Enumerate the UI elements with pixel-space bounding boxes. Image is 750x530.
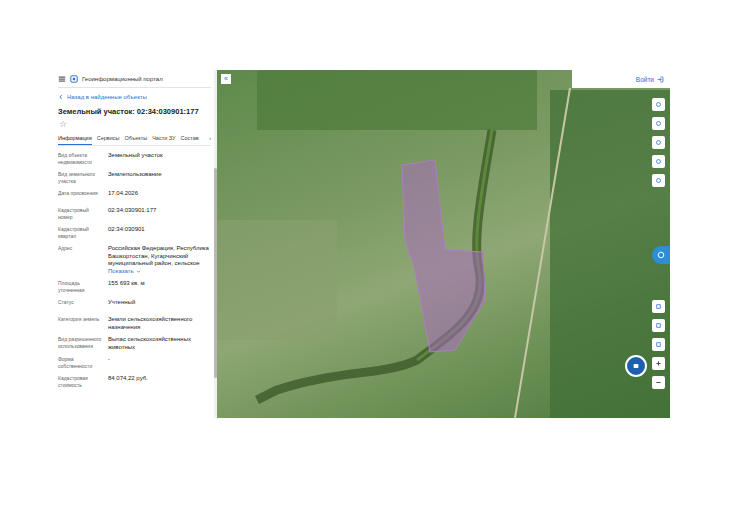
attribute-label: Кадастровый квартал [58, 226, 104, 240]
info-panel: Геоинформационный портал Назад в найденны… [55, 70, 217, 418]
attribute-row: Статус Учтенный [58, 297, 211, 314]
attribute-label: Дата присвоения [58, 190, 104, 202]
share-icon[interactable] [652, 155, 665, 168]
attribute-label: Адрес [58, 245, 104, 275]
attribute-label: Вид земельного участка [58, 171, 104, 185]
pin-icon[interactable] [652, 98, 665, 111]
attribute-label: Категория земель [58, 316, 104, 331]
attribute-label: Площадь уточненная [58, 280, 104, 294]
attribute-value: 02:34:030901 [108, 226, 211, 240]
attribute-value: 84 074,22 руб. [108, 375, 211, 389]
object-title: Земельный участок: 02:34:030901:177 [58, 103, 211, 118]
portal-window: Геоинформационный портал Назад в найденны… [55, 70, 670, 418]
tab[interactable]: Сервисы [97, 132, 120, 145]
header: Геоинформационный портал [58, 70, 211, 88]
attribute-row: Кадастровый квартал 02:34:030901 [58, 224, 211, 243]
map-overlay [217, 70, 668, 418]
doc-icon[interactable] [652, 136, 665, 149]
attribute-value: 17.04.2026 [108, 190, 211, 202]
attribute-row: Площадь уточненная 155 693 кв. м [58, 278, 211, 297]
attribute-value: Российская Федерация, Республика Башкорт… [108, 245, 211, 275]
minus-icon[interactable] [652, 376, 665, 389]
attribute-row: Форма собственности- [58, 354, 211, 373]
frame-icon[interactable] [652, 319, 665, 332]
marker-icon[interactable] [652, 338, 665, 351]
attribute-row: Вид разрешенного использования Выпас сель… [58, 334, 211, 354]
chevron-left-icon [58, 94, 64, 100]
nav-icon[interactable] [652, 300, 665, 313]
chat-icon[interactable] [625, 355, 647, 377]
panel-content: Геоинформационный портал Назад в найденны… [55, 70, 214, 418]
tab[interactable]: Состав [181, 132, 199, 145]
attribute-value: Земельный участок [108, 152, 211, 166]
portal-title: Геоинформационный портал [82, 76, 163, 82]
attribute-row: Категория земель Земли сельскохозяйственн… [58, 314, 211, 334]
attribute-value: 02:34:030901:177 [108, 207, 211, 221]
attribute-label: Кадастровая стоимость [58, 375, 104, 389]
attribute-list: Вид объекта недвижимости Земельный участо… [58, 146, 211, 392]
tab[interactable]: Информация [58, 132, 92, 145]
attribute-row: Кадастровая стоимость 84 074,22 руб. [58, 373, 211, 392]
favorite-star[interactable]: ☆ [58, 118, 211, 132]
chevron-down-icon [136, 269, 141, 274]
map[interactable]: « Войти [217, 70, 670, 418]
tab[interactable]: Части ЗУ [152, 132, 175, 145]
login-button[interactable]: Войти [572, 70, 670, 88]
attribute-row: АдресРоссийская Федерация, Республика Ба… [58, 243, 211, 278]
tab[interactable]: Объекты [124, 132, 147, 145]
parcel-polygon[interactable] [402, 160, 485, 352]
attribute-row: Дата присвоения 17.04.2026 [58, 188, 211, 205]
attribute-value: Земли сельскохозяйственного назначения [108, 316, 211, 331]
attribute-value: 155 693 кв. м [108, 280, 211, 294]
attribute-label: Вид объекта недвижимости [58, 152, 104, 166]
attribute-row: Кадастровый номер 02:34:030901:177 [58, 205, 211, 224]
attribute-value: Учтенный [108, 299, 211, 311]
page: Геоинформационный портал Назад в найденны… [0, 0, 750, 530]
attribute-label: Вид разрешенного использования [58, 336, 104, 351]
field-area [217, 220, 337, 340]
map-toolbar [652, 300, 665, 389]
map-toolbar [652, 98, 665, 187]
menu-icon[interactable] [58, 75, 66, 83]
attribute-value: Выпас сельскохозяйственных животных [108, 336, 211, 351]
logo-icon [70, 75, 78, 83]
login-icon [657, 76, 664, 83]
attribute-value: - [108, 356, 211, 370]
plus-icon[interactable] [652, 357, 665, 370]
show-link[interactable]: Показать [108, 268, 211, 276]
back-link[interactable]: Назад в найденные объекты [58, 88, 211, 103]
attribute-label: Статус [58, 299, 104, 311]
tabs-more-button[interactable]: › [209, 132, 211, 145]
attribute-row: Вид объекта недвижимости Земельный участо… [58, 150, 211, 169]
field-area [257, 70, 537, 130]
globe-icon[interactable] [652, 174, 665, 187]
attribute-label: Форма собственности [58, 356, 104, 370]
attribute-label: Кадастровый номер [58, 207, 104, 221]
attribute-value: Землепользование [108, 171, 211, 185]
login-text: Войти [636, 76, 654, 83]
tabs: Информация Сервисы Объекты Части ЗУ Состав › [58, 132, 211, 146]
layers-panel-icon[interactable] [652, 246, 670, 264]
layers-icon[interactable] [652, 117, 665, 130]
attribute-row: Вид земельного участка Землепользование [58, 169, 211, 188]
collapse-button[interactable]: « [221, 74, 231, 84]
back-text: Назад в найденные объекты [67, 94, 147, 100]
